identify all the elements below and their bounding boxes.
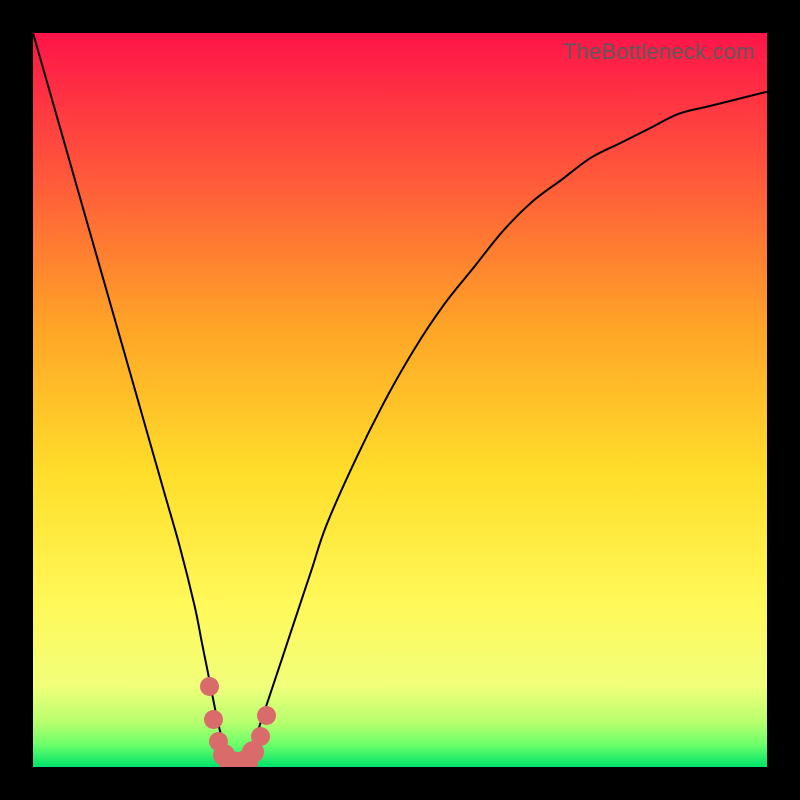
valley-marker — [257, 706, 276, 725]
chart-frame: TheBottleneck.com — [0, 0, 800, 800]
valley-marker — [204, 710, 223, 729]
plot-area: TheBottleneck.com — [33, 33, 767, 767]
valley-marker — [200, 677, 219, 696]
valley-marker — [251, 727, 270, 746]
bottleneck-curve-path — [33, 33, 767, 767]
curve-layer — [33, 33, 767, 767]
